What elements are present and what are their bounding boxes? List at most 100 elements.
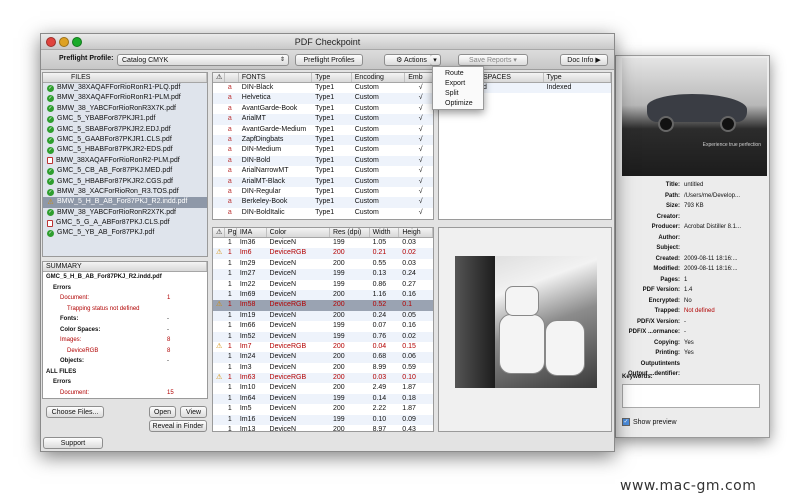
image-row[interactable]: 1 Im16 DeviceN 199 0.10 0.09 <box>213 414 433 426</box>
font-encoding: Custom <box>354 94 379 102</box>
actions-dropdown-arrow[interactable]: ▾ <box>430 54 441 66</box>
file-item[interactable]: GMC_5_G_A_ABFor87PKJ.CLS.pdf <box>43 218 207 228</box>
resolution-column-header[interactable]: Res (dpi) <box>330 228 370 237</box>
file-item[interactable]: ✓ GMC_5_HBABFor87PKJR2-EDS.pdf <box>43 145 207 155</box>
image-row[interactable]: ⚠ 1 Im6 DeviceRGB 200 0.21 0.02 <box>213 248 433 259</box>
resolution: 200 <box>332 405 345 413</box>
font-row[interactable]: a ArialNarrowMT Type1 Custom √ <box>213 166 433 176</box>
font-row[interactable]: a ArialMT-Black Type1 Custom √ <box>213 176 433 187</box>
image-row[interactable]: ⚠ 1 Im63 DeviceRGB 200 0.03 0.10 <box>213 373 433 384</box>
image-row[interactable]: 1 Im36 DeviceN 199 1.05 0.03 <box>213 238 433 248</box>
show-preview-checkbox[interactable]: ✓ <box>622 418 630 426</box>
file-item[interactable]: ✓ GMC_5_GAABFor87PKJR1.CLS.pdf <box>43 135 207 145</box>
close-button[interactable] <box>46 37 56 47</box>
file-item[interactable]: ✓ GMC_5_CB_AB_For87PKJ.MED.pdf <box>43 166 207 176</box>
view-button[interactable]: View <box>180 406 207 418</box>
minimize-button[interactable] <box>59 37 69 47</box>
file-item[interactable]: BMW_38XAQAFForRioRonR2-PLM.pdf <box>43 156 207 166</box>
font-row[interactable]: a DIN-Medium Type1 Custom √ <box>213 145 433 155</box>
page-column-header[interactable]: Pg <box>225 228 237 237</box>
metadata-key: Creator: <box>656 213 680 220</box>
color-space-type-column-header[interactable]: Type <box>544 73 611 82</box>
open-button[interactable]: Open <box>149 406 176 418</box>
warning-column-header[interactable]: ⚠ <box>213 73 225 82</box>
font-type-icon: a <box>227 115 232 123</box>
image-row[interactable]: 1 Im64 DeviceN 199 0.14 0.18 <box>213 393 433 405</box>
reveal-in-finder-button[interactable]: Reveal in Finder <box>149 420 207 432</box>
metadata-row: PDF/X ...ormance: - <box>622 327 762 338</box>
embedded-column-header[interactable]: Emb <box>405 73 433 82</box>
files-list[interactable]: FILES ✓ BMW_38XAQAFForRioRonR1-PLQ.pdf ✓ BM… <box>42 72 208 257</box>
show-preview-toggle[interactable]: ✓ Show preview <box>622 418 677 426</box>
doc-info-button[interactable]: Doc Info ▶ <box>560 54 608 66</box>
image-row[interactable]: 1 Im24 DeviceN 200 0.68 0.06 <box>213 352 433 363</box>
choose-files-button[interactable]: Choose Files... <box>46 406 104 418</box>
type-column-header[interactable]: Type <box>312 73 352 82</box>
width-column-header[interactable]: Width <box>370 228 400 237</box>
status-column-header[interactable] <box>225 73 239 82</box>
warning-column-header[interactable]: ⚠ <box>213 228 225 237</box>
font-type: Type1 <box>315 167 335 175</box>
file-item[interactable]: ⚠ BMW_5_H_B_AB_For87PKJ_R2.indd.pdf <box>43 197 207 208</box>
font-row[interactable]: a Berkeley-Book Type1 Custom √ <box>213 197 433 208</box>
zoom-button[interactable] <box>72 37 82 47</box>
preflight-profile-select[interactable]: Catalog CMYK ⇕ <box>117 54 289 66</box>
image-height: 0.09 <box>402 415 416 423</box>
save-reports-button[interactable]: Save Reports ▾ <box>458 54 528 66</box>
summary-label: Fonts: <box>60 316 79 322</box>
fonts-column-header[interactable]: FONTS <box>239 73 313 82</box>
image-row[interactable]: 1 Im19 DeviceN 200 0.24 0.05 <box>213 310 433 322</box>
menu-item-optimize[interactable]: Optimize <box>433 99 483 109</box>
image-row[interactable]: 1 Im3 DeviceN 200 8.99 0.59 <box>213 363 433 373</box>
color-column-header[interactable]: Color <box>267 228 330 237</box>
image-column-header[interactable]: IMA <box>237 228 267 237</box>
file-item[interactable]: ✓ BMW_38XAQAFForRioRonR1-PLM.pdf <box>43 93 207 103</box>
file-item[interactable]: ✓ BMW_38_YABCForRioRonR2X7K.pdf <box>43 208 207 218</box>
image-row[interactable]: 1 Im10 DeviceN 200 2.49 1.87 <box>213 383 433 393</box>
font-row[interactable]: a AvantGarde-Book Type1 Custom √ <box>213 104 433 114</box>
image-row[interactable]: 1 Im52 DeviceN 199 0.76 0.02 <box>213 331 433 342</box>
file-item[interactable]: ✓ GMC_5_YBABFor87PKJR1.pdf <box>43 114 207 124</box>
image-row[interactable]: 1 Im5 DeviceN 200 2.22 1.87 <box>213 404 433 414</box>
font-row[interactable]: a DIN-BoldItalic Type1 Custom √ <box>213 208 433 218</box>
preflight-profiles-button[interactable]: Preflight Profiles <box>295 54 363 66</box>
image-row[interactable]: ⚠ 1 Im7 DeviceRGB 200 0.04 0.15 <box>213 342 433 352</box>
fonts-table[interactable]: ⚠ FONTS Type Encoding Emb a DIN-Black Type… <box>212 72 434 220</box>
metadata-value: Not defined <box>684 308 715 314</box>
files-column-header[interactable]: FILES <box>43 73 207 82</box>
image-row[interactable]: 1 Im13 DeviceN 200 8.97 0.43 <box>213 425 433 431</box>
image-row[interactable]: 1 Im27 DeviceN 199 0.13 0.24 <box>213 269 433 280</box>
height-column-header[interactable]: Heigh <box>399 228 433 237</box>
warning-cell <box>213 93 225 103</box>
image-height: 0.06 <box>402 353 416 361</box>
file-item[interactable]: ✓ BMW_38_XACForRioRon_R3.TOS.pdf <box>43 187 207 197</box>
warning-icon: ⚠ <box>216 374 223 382</box>
image-row[interactable]: 1 Im22 DeviceN 199 0.86 0.27 <box>213 280 433 290</box>
image-row[interactable]: 1 Im69 DeviceN 200 1.16 0.16 <box>213 289 433 301</box>
file-item[interactable]: ✓ GMC_5_SBABFor87PKJR2.EDJ.pdf <box>43 125 207 135</box>
warning-cell <box>213 415 225 425</box>
font-row[interactable]: a DIN-Bold Type1 Custom √ <box>213 155 433 167</box>
support-button[interactable]: Support <box>43 437 103 449</box>
font-row[interactable]: a ArialMT Type1 Custom √ <box>213 114 433 125</box>
file-item[interactable]: ✓ GMC_5_YB_AB_For87PKJ.pdf <box>43 228 207 238</box>
font-row[interactable]: a DIN-Regular Type1 Custom √ <box>213 187 433 197</box>
image-row[interactable]: ⚠ 1 Im58 DeviceRGB 200 0.52 0.1 <box>213 300 433 311</box>
font-row[interactable]: a ZapfDingbats Type1 Custom √ <box>213 134 433 146</box>
font-row[interactable]: a DIN-Black Type1 Custom √ <box>213 83 433 93</box>
file-item[interactable]: ✓ GMC_5_HBABFor87PKJR2.CGS.pdf <box>43 177 207 187</box>
file-item[interactable]: ✓ BMW_38_YABCForRioRonR3X7K.pdf <box>43 104 207 114</box>
keywords-field[interactable] <box>622 384 760 408</box>
encoding-column-header[interactable]: Encoding <box>352 73 406 82</box>
summary-count <box>167 367 207 378</box>
font-row[interactable]: a AvantGarde-Medium Type1 Custom √ <box>213 125 433 135</box>
font-row[interactable]: a Helvetica Type1 Custom √ <box>213 93 433 104</box>
menu-item-route[interactable]: Route <box>433 69 483 79</box>
menu-item-split[interactable]: Split <box>433 89 483 99</box>
color-space: DeviceN <box>269 394 296 402</box>
image-row[interactable]: 1 Im66 DeviceN 199 0.07 0.16 <box>213 321 433 331</box>
images-table[interactable]: ⚠ Pg IMA Color Res (dpi) Width Heigh 1 Im… <box>212 227 434 432</box>
menu-item-export[interactable]: Export <box>433 79 483 89</box>
file-item[interactable]: ✓ BMW_38XAQAFForRioRonR1-PLQ.pdf <box>43 83 207 93</box>
image-row[interactable]: 1 Im29 DeviceN 200 0.55 0.03 <box>213 259 433 269</box>
